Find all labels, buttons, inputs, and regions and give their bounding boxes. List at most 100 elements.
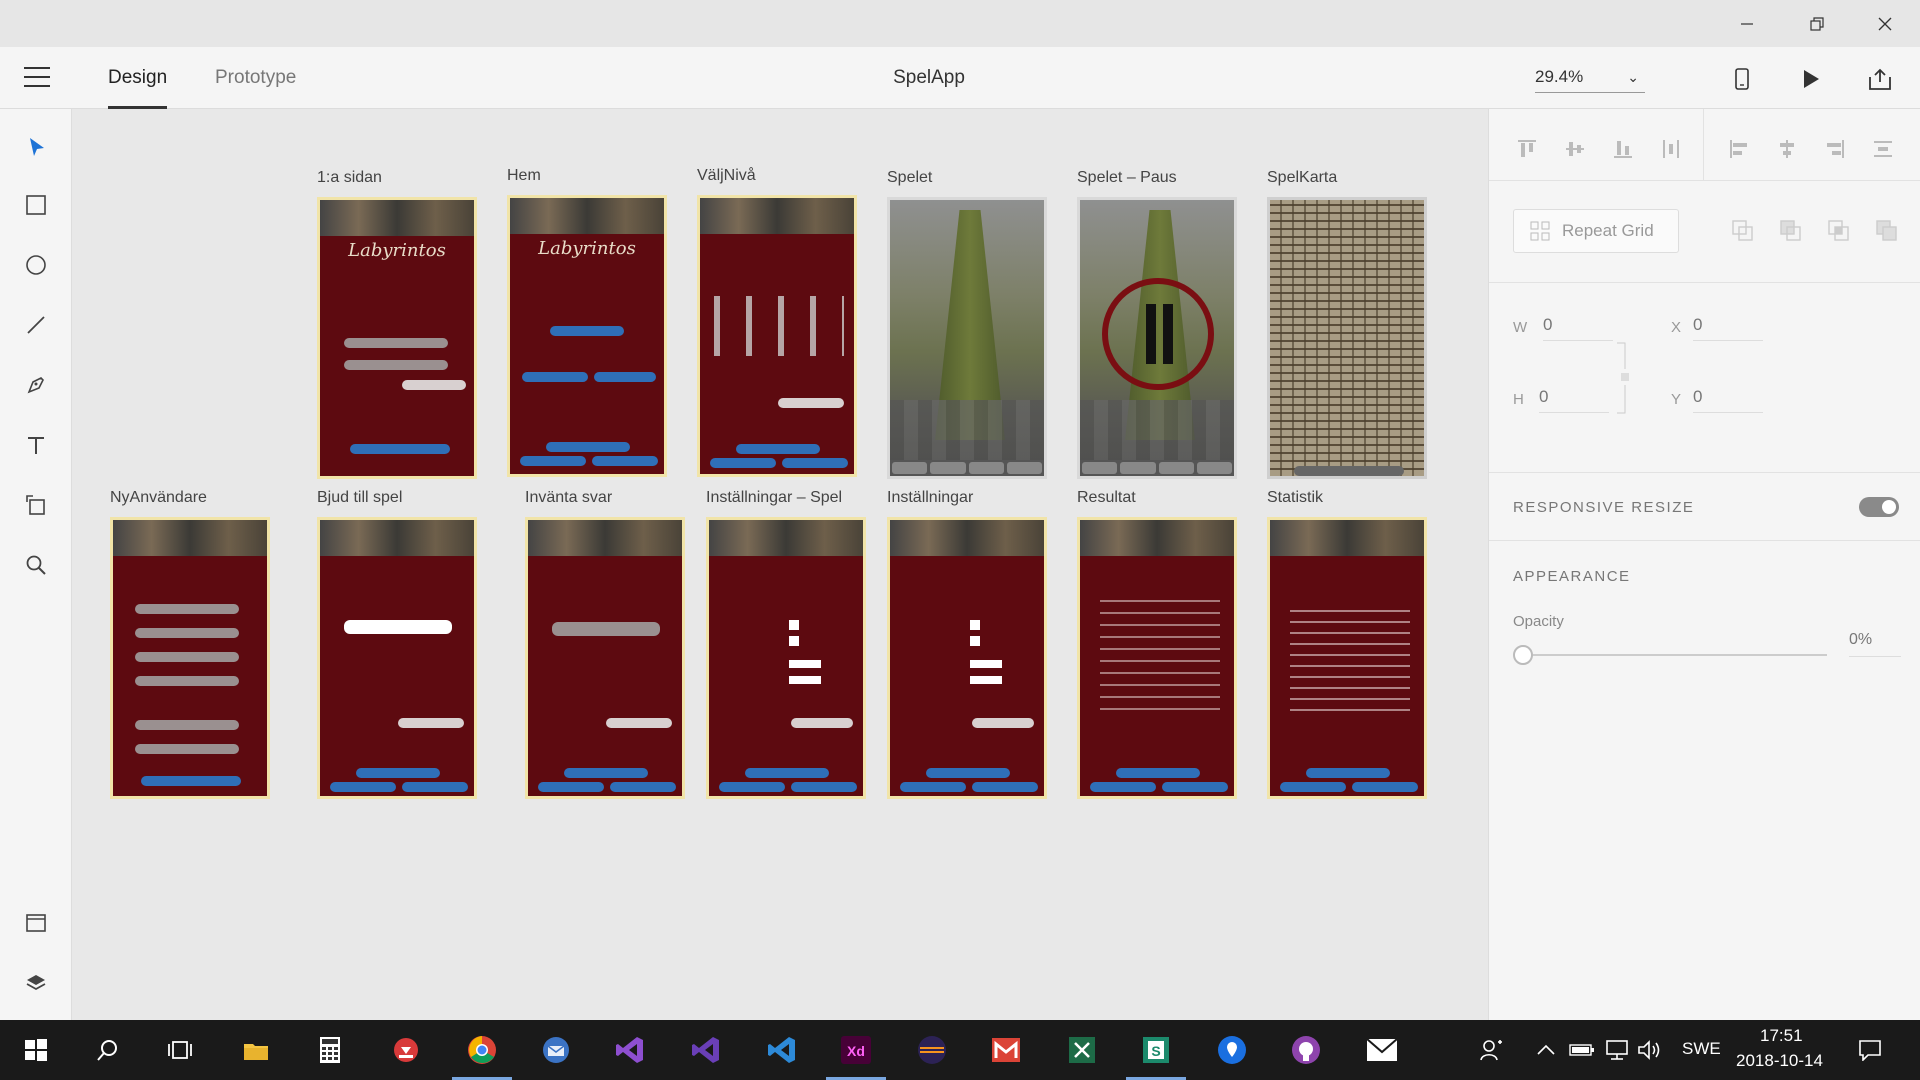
artboard-frame: Labyrintos — [507, 195, 667, 477]
gmail-icon[interactable] — [986, 1030, 1026, 1070]
design-canvas[interactable]: 1:a sidan Labyrintos Hem Labyrintos Välj… — [72, 109, 1488, 1020]
appearance-label: APPEARANCE — [1513, 568, 1631, 585]
boolean-add-icon[interactable] — [1731, 219, 1755, 243]
zoom-value: 29.4% — [1535, 67, 1584, 86]
minimize-icon[interactable] — [1712, 0, 1782, 47]
quit-button — [1352, 782, 1418, 792]
repeat-grid-label: Repeat Grid — [1562, 221, 1654, 240]
lock-aspect-icon[interactable] — [1615, 339, 1635, 419]
clock-date[interactable]: 2018-10-14 — [1736, 1051, 1823, 1071]
repeat-grid-button[interactable]: Repeat Grid — [1513, 209, 1679, 253]
distribute-horizontal-icon[interactable] — [1869, 135, 1897, 163]
top-ten-list — [1290, 610, 1410, 720]
select-icon[interactable] — [18, 129, 54, 165]
settings-button — [546, 442, 630, 452]
maps-icon[interactable] — [1212, 1030, 1252, 1070]
svg-text:Xd: Xd — [847, 1043, 865, 1059]
align-middle-icon[interactable] — [1561, 135, 1589, 163]
responsive-resize-toggle[interactable] — [1859, 497, 1899, 517]
align-top-icon[interactable] — [1513, 135, 1541, 163]
close-icon[interactable] — [1850, 0, 1920, 47]
restore-icon[interactable] — [1782, 0, 1852, 47]
zoom-icon[interactable] — [18, 547, 54, 583]
calculator-icon[interactable] — [310, 1030, 350, 1070]
app-header: Design Prototype SpelApp 29.4% ⌄ — [0, 47, 1920, 109]
header-image — [113, 520, 267, 556]
logo-text: Labyrintos — [538, 238, 636, 259]
level-grid — [714, 296, 844, 356]
search-icon[interactable] — [88, 1030, 128, 1070]
people-icon[interactable] — [1472, 1030, 1512, 1070]
tool-sidebar — [0, 109, 72, 1020]
continue-button — [778, 398, 844, 408]
language-indicator[interactable]: SWE — [1682, 1039, 1721, 1059]
music-slider — [789, 676, 821, 684]
assets-icon[interactable] — [18, 905, 54, 941]
vscode-icon[interactable] — [762, 1030, 802, 1070]
random-button — [594, 372, 656, 382]
download-app-icon[interactable] — [386, 1030, 426, 1070]
adobe-xd-icon[interactable]: Xd — [826, 1030, 886, 1080]
text-icon[interactable] — [18, 427, 54, 463]
opacity-slider-track[interactable] — [1525, 654, 1827, 656]
device-preview-icon[interactable] — [1726, 63, 1758, 95]
align-right-icon[interactable] — [1821, 135, 1849, 163]
music-slider — [970, 676, 1002, 684]
artboard-frame — [887, 197, 1047, 479]
floor-tiles — [1080, 400, 1234, 460]
sway-icon[interactable]: S — [1126, 1030, 1186, 1080]
zoom-select[interactable]: 29.4% ⌄ — [1535, 65, 1645, 93]
align-left-icon[interactable] — [1725, 135, 1753, 163]
checkbox — [970, 620, 980, 630]
opacity-input[interactable]: 0% — [1849, 631, 1901, 657]
width-input[interactable]: 0 — [1543, 315, 1613, 341]
transform-section — [1489, 283, 1920, 473]
align-center-icon[interactable] — [1773, 135, 1801, 163]
github-icon[interactable] — [1286, 1030, 1326, 1070]
share-icon[interactable] — [1864, 63, 1896, 95]
boolean-exclude-icon[interactable] — [1875, 219, 1899, 243]
windows-start-icon[interactable] — [16, 1030, 56, 1070]
play-icon[interactable] — [1795, 63, 1827, 95]
artboard-frame: Labyrintos — [317, 197, 477, 479]
y-input[interactable]: 0 — [1693, 387, 1763, 413]
visual-studio-icon[interactable] — [610, 1030, 650, 1070]
layers-icon[interactable] — [18, 965, 54, 1001]
visual-studio-alt-icon[interactable] — [686, 1030, 726, 1070]
chrome-icon[interactable] — [452, 1030, 512, 1080]
line-icon[interactable] — [18, 307, 54, 343]
artboard-icon[interactable] — [18, 487, 54, 523]
ellipse-icon[interactable] — [18, 247, 54, 283]
settings-button — [564, 768, 648, 778]
statistics-button — [1162, 782, 1228, 792]
opacity-slider-thumb[interactable] — [1513, 645, 1533, 665]
excel-like-icon[interactable] — [1062, 1030, 1102, 1070]
rectangle-icon[interactable] — [18, 187, 54, 223]
divider — [1703, 109, 1704, 181]
new-game-button — [719, 782, 785, 792]
action-center-icon[interactable] — [1850, 1030, 1890, 1070]
game-toolbar — [890, 460, 1044, 476]
boolean-intersect-icon[interactable] — [1827, 219, 1851, 243]
eclipse-icon[interactable] — [912, 1030, 952, 1070]
artboard-title: Inställningar – Spel — [706, 489, 843, 506]
pen-icon[interactable] — [18, 367, 54, 403]
boolean-subtract-icon[interactable] — [1779, 219, 1803, 243]
new-game-button — [900, 782, 966, 792]
clock-time[interactable]: 17:51 — [1760, 1026, 1803, 1046]
artboard-title: Resultat — [1077, 489, 1136, 506]
task-view-icon[interactable] — [160, 1030, 200, 1070]
x-input[interactable]: 0 — [1693, 315, 1763, 341]
form-field — [135, 744, 239, 754]
mail-icon[interactable] — [1362, 1030, 1402, 1070]
header-image — [528, 520, 682, 556]
chevron-up-icon[interactable] — [1526, 1030, 1566, 1070]
distribute-vertical-icon[interactable] — [1657, 135, 1685, 163]
volume-icon[interactable] — [1630, 1030, 1670, 1070]
align-bottom-icon[interactable] — [1609, 135, 1637, 163]
file-explorer-icon[interactable] — [236, 1030, 276, 1070]
height-input[interactable]: 0 — [1539, 387, 1609, 413]
thunderbird-icon[interactable] — [536, 1030, 576, 1070]
artboard-frame — [1267, 197, 1427, 479]
artboard-title: VäljNivå — [697, 167, 756, 184]
